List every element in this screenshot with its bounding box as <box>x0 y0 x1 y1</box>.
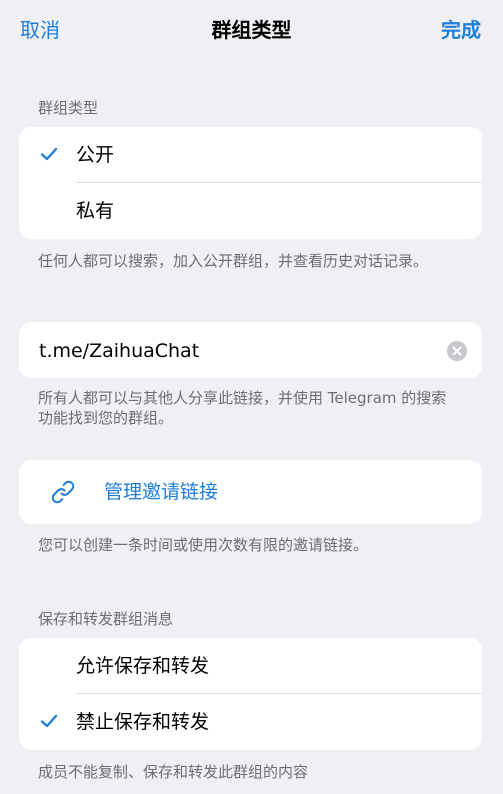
public-link-input[interactable] <box>39 338 439 364</box>
forwarding-card: 允许保存和转发 禁止保存和转发 <box>19 638 482 750</box>
page-title: 群组类型 <box>211 18 292 42</box>
checkmark-icon <box>40 147 58 161</box>
group-type-header: 群组类型 <box>38 99 99 117</box>
clear-icon[interactable] <box>447 341 467 361</box>
manage-invite-links-label: 管理邀请链接 <box>104 481 219 503</box>
option-restrict-forwarding[interactable]: 禁止保存和转发 <box>19 694 482 750</box>
option-private[interactable]: 私有 <box>19 183 482 239</box>
link-footer: 所有人都可以与其他人分享此链接，并使用 Telegram 的搜索功能找到您的群组… <box>38 389 447 427</box>
group-type-card: 公开 私有 <box>19 127 482 239</box>
option-allow-forwarding[interactable]: 允许保存和转发 <box>19 638 482 694</box>
forwarding-header: 保存和转发群组消息 <box>38 610 174 628</box>
group-type-footer: 任何人都可以搜索，加入公开群组，并查看历史对话记录。 <box>38 252 429 270</box>
link-card <box>19 322 482 378</box>
navigation-bar: 取消 群组类型 完成 <box>0 0 503 62</box>
option-restrict-forwarding-label: 禁止保存和转发 <box>76 711 210 733</box>
forwarding-footer: 成员不能复制、保存和转发此群组的内容 <box>38 763 309 781</box>
checkmark-icon <box>40 714 58 728</box>
done-button[interactable]: 完成 <box>441 17 481 43</box>
manage-invite-links-button[interactable]: 管理邀请链接 <box>19 460 482 524</box>
option-public[interactable]: 公开 <box>19 127 482 183</box>
option-private-label: 私有 <box>76 200 115 222</box>
link-icon <box>51 480 75 504</box>
option-public-label: 公开 <box>76 144 115 166</box>
invite-footer: 您可以创建一条时间或使用次数有限的邀请链接。 <box>38 536 369 554</box>
option-allow-forwarding-label: 允许保存和转发 <box>76 655 210 677</box>
